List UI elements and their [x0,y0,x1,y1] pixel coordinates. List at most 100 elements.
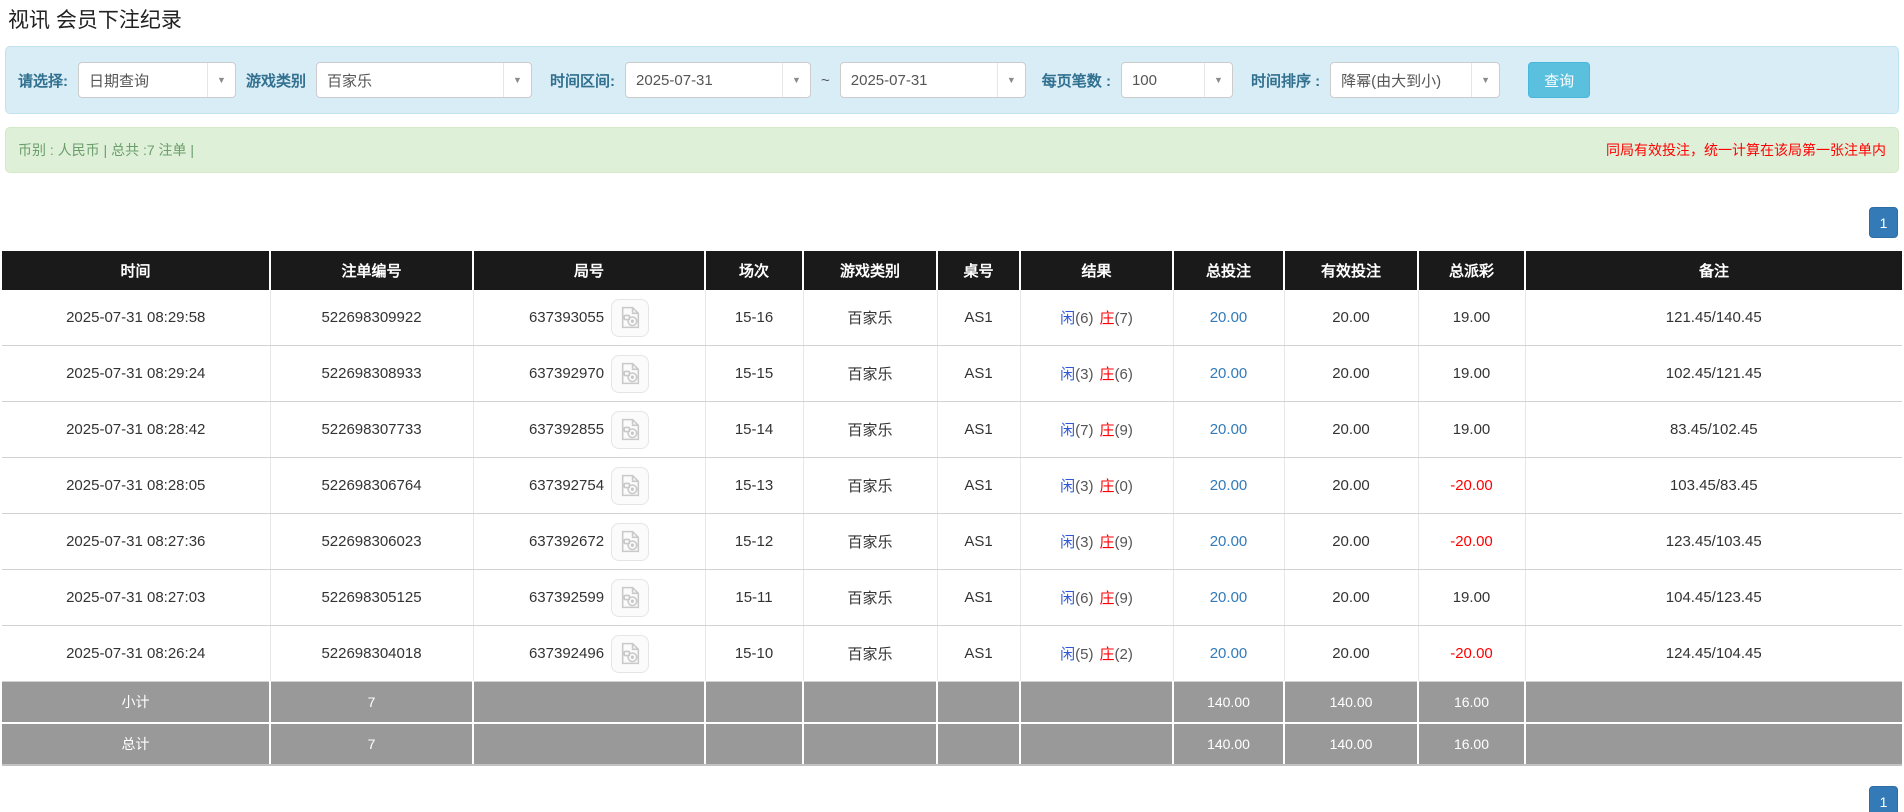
date-range-label: 时间区间: [550,72,616,90]
empty-cell [705,681,804,724]
empty-cell [1525,681,1902,724]
payout-value: -20.00 [1450,533,1493,550]
header-valid-bet: 有效投注 [1284,251,1419,290]
cell-bet-id: 522698306023 [270,513,474,570]
total-bet-link[interactable]: 20.00 [1210,421,1248,438]
query-type-label: 请选择: [18,72,68,90]
page-1-button[interactable]: 1 [1869,786,1898,812]
cell-round: 637392599 [473,569,706,626]
cell-valid-bet: 20.00 [1284,401,1419,458]
cell-bet-id: 522698307733 [270,401,474,458]
video-replay-button[interactable] [611,578,650,617]
cell-game: 百家乐 [803,625,938,682]
search-button[interactable]: 查询 [1528,62,1591,98]
page-1-button[interactable]: 1 [1869,207,1898,238]
round-number: 637392599 [528,589,605,606]
grand-total-payout: 16.00 [1418,723,1526,766]
subtotal-valid-bet: 140.00 [1284,681,1419,724]
empty-cell [803,681,938,724]
result-banker: 庄 [1099,366,1115,383]
cell-payout: -20.00 [1418,513,1526,570]
cell-session: 15-14 [705,401,804,458]
total-bet-link[interactable]: 20.00 [1210,533,1248,550]
video-replay-button[interactable] [611,410,650,449]
cell-game: 百家乐 [803,401,938,458]
empty-cell [473,723,706,766]
game-type-select[interactable]: 百家乐 ▼ [316,62,533,98]
notice-text: 同局有效投注，统一计算在该局第一张注单内 [1606,142,1886,158]
round-number: 637392754 [528,477,605,494]
cell-valid-bet: 20.00 [1284,457,1419,514]
cell-total-bet: 20.00 [1173,513,1285,570]
table-row: 2025-07-31 08:29:58 522698309922 6373930… [2,290,1902,346]
time-sort-value: 降幂(由大到小) [1341,72,1442,90]
cell-remark: 103.45/83.45 [1525,457,1902,514]
table-header-row: 时间 注单编号 局号 场次 游戏类别 桌号 结果 总投注 有效投注 总派彩 备注 [2,251,1902,290]
cell-total-bet: 20.00 [1173,401,1285,458]
cell-bet-id: 522698309922 [270,290,474,346]
total-bet-link[interactable]: 20.00 [1210,477,1248,494]
round-number: 637392970 [528,365,605,382]
result-player: 闲 [1060,646,1076,663]
video-replay-button[interactable] [611,634,650,673]
result-player: 闲 [1060,310,1076,327]
filter-panel: 请选择: 日期查询 ▼ 游戏类别 百家乐 ▼ 时间区间: 2025-07-31 … [5,46,1899,114]
cell-result: 闲(6) 庄(9) [1020,569,1174,626]
time-sort-select[interactable]: 降幂(由大到小) ▼ [1330,62,1501,98]
grand-total-label: 总计 [2,723,271,766]
cell-valid-bet: 20.00 [1284,290,1419,346]
cell-session: 15-11 [705,569,804,626]
video-replay-button[interactable] [611,466,650,505]
payout-value: -20.00 [1450,645,1493,662]
date-from-select[interactable]: 2025-07-31 ▼ [625,62,812,98]
total-bet-link[interactable]: 20.00 [1210,645,1248,662]
result-banker: 庄 [1099,590,1115,607]
result-player: 闲 [1060,478,1076,495]
cell-payout: 19.00 [1418,345,1526,402]
cell-table: AS1 [937,345,1021,402]
query-type-select[interactable]: 日期查询 ▼ [78,62,236,98]
game-type-value: 百家乐 [327,72,373,90]
cell-result: 闲(7) 庄(9) [1020,401,1174,458]
cell-remark: 121.45/140.45 [1525,290,1902,346]
payout-value: 19.00 [1452,421,1491,438]
chevron-down-icon: ▼ [503,63,531,97]
total-bet-link[interactable]: 20.00 [1210,589,1248,606]
pagination-bottom: 1 [0,786,1898,812]
cell-total-bet: 20.00 [1173,457,1285,514]
grand-total-valid-bet: 140.00 [1284,723,1419,766]
cell-round: 637392855 [473,401,706,458]
total-bet-link[interactable]: 20.00 [1210,365,1248,382]
result-player: 闲 [1060,422,1076,439]
cell-result: 闲(3) 庄(6) [1020,345,1174,402]
cell-bet-id: 522698304018 [270,625,474,682]
cell-result: 闲(6) 庄(7) [1020,290,1174,346]
table-row: 2025-07-31 08:27:36 522698306023 6373926… [2,513,1902,570]
date-to-select[interactable]: 2025-07-31 ▼ [839,62,1026,98]
cell-session: 15-10 [705,625,804,682]
result-player: 闲 [1060,534,1076,551]
empty-cell [473,681,706,724]
cell-total-bet: 20.00 [1173,625,1285,682]
currency-summary-text: 币别 : 人民币 | 总共 :7 注单 | [18,142,195,158]
cell-table: AS1 [937,457,1021,514]
video-replay-button[interactable] [611,522,650,561]
cell-time: 2025-07-31 08:26:24 [2,625,271,682]
result-banker: 庄 [1099,422,1115,439]
header-time: 时间 [2,251,271,290]
video-replay-button[interactable] [611,298,650,337]
page-size-select[interactable]: 100 ▼ [1120,62,1233,98]
video-replay-button[interactable] [611,354,650,393]
cell-result: 闲(3) 庄(9) [1020,513,1174,570]
date-to-value: 2025-07-31 [850,71,928,89]
header-bet-id: 注单编号 [270,251,474,290]
grand-total-row: 总计 7 140.00 140.00 16.00 [2,723,1902,766]
chevron-down-icon: ▼ [1203,63,1232,97]
total-bet-link[interactable]: 20.00 [1210,309,1248,326]
cell-round: 637392672 [473,513,706,570]
cell-table: AS1 [937,625,1021,682]
cell-table: AS1 [937,401,1021,458]
cell-time: 2025-07-31 08:28:05 [2,457,271,514]
cell-valid-bet: 20.00 [1284,625,1419,682]
cell-session: 15-13 [705,457,804,514]
